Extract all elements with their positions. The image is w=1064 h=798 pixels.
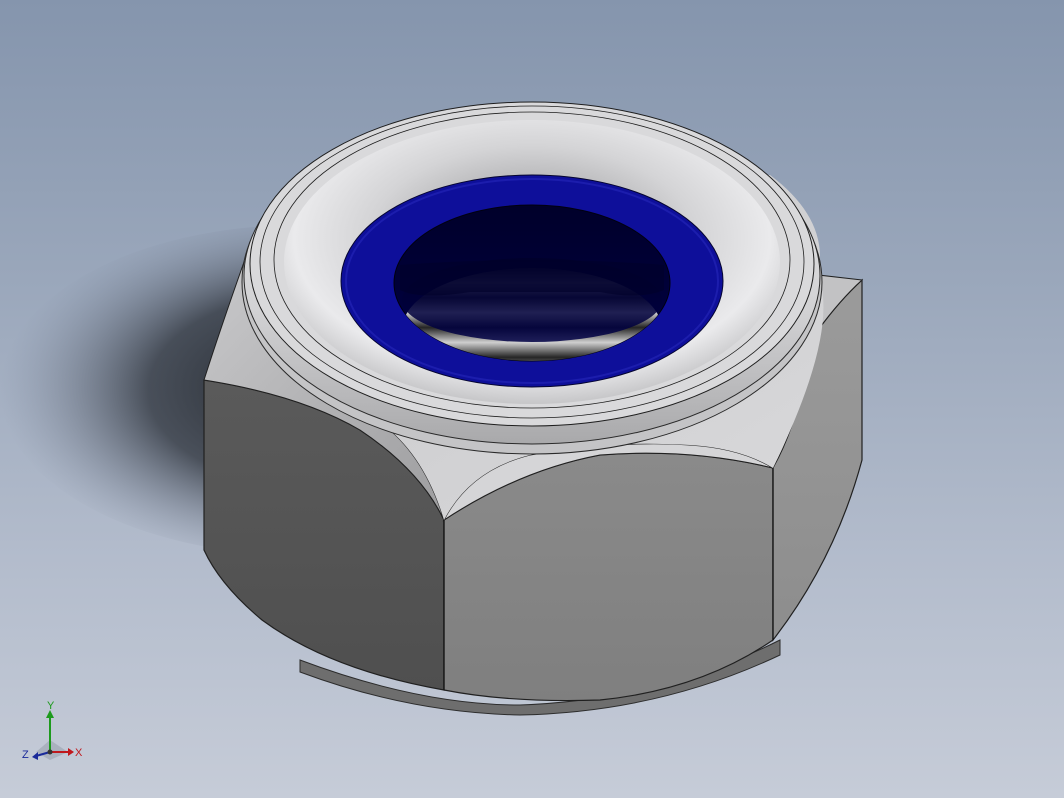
triad-x-arrow-icon [68, 748, 74, 756]
triad-origin [47, 749, 53, 755]
triad-x-label: X [75, 747, 83, 759]
triad-y-label: Y [47, 700, 55, 712]
nut-model-view[interactable] [0, 0, 1064, 798]
orientation-triad[interactable]: Y X Z [18, 700, 88, 770]
graphics-viewport[interactable]: Y X Z [0, 0, 1064, 798]
triad-z-label: Z [22, 749, 29, 761]
triad-z-arrow-icon [32, 752, 38, 760]
triad-base-plane [36, 740, 68, 760]
